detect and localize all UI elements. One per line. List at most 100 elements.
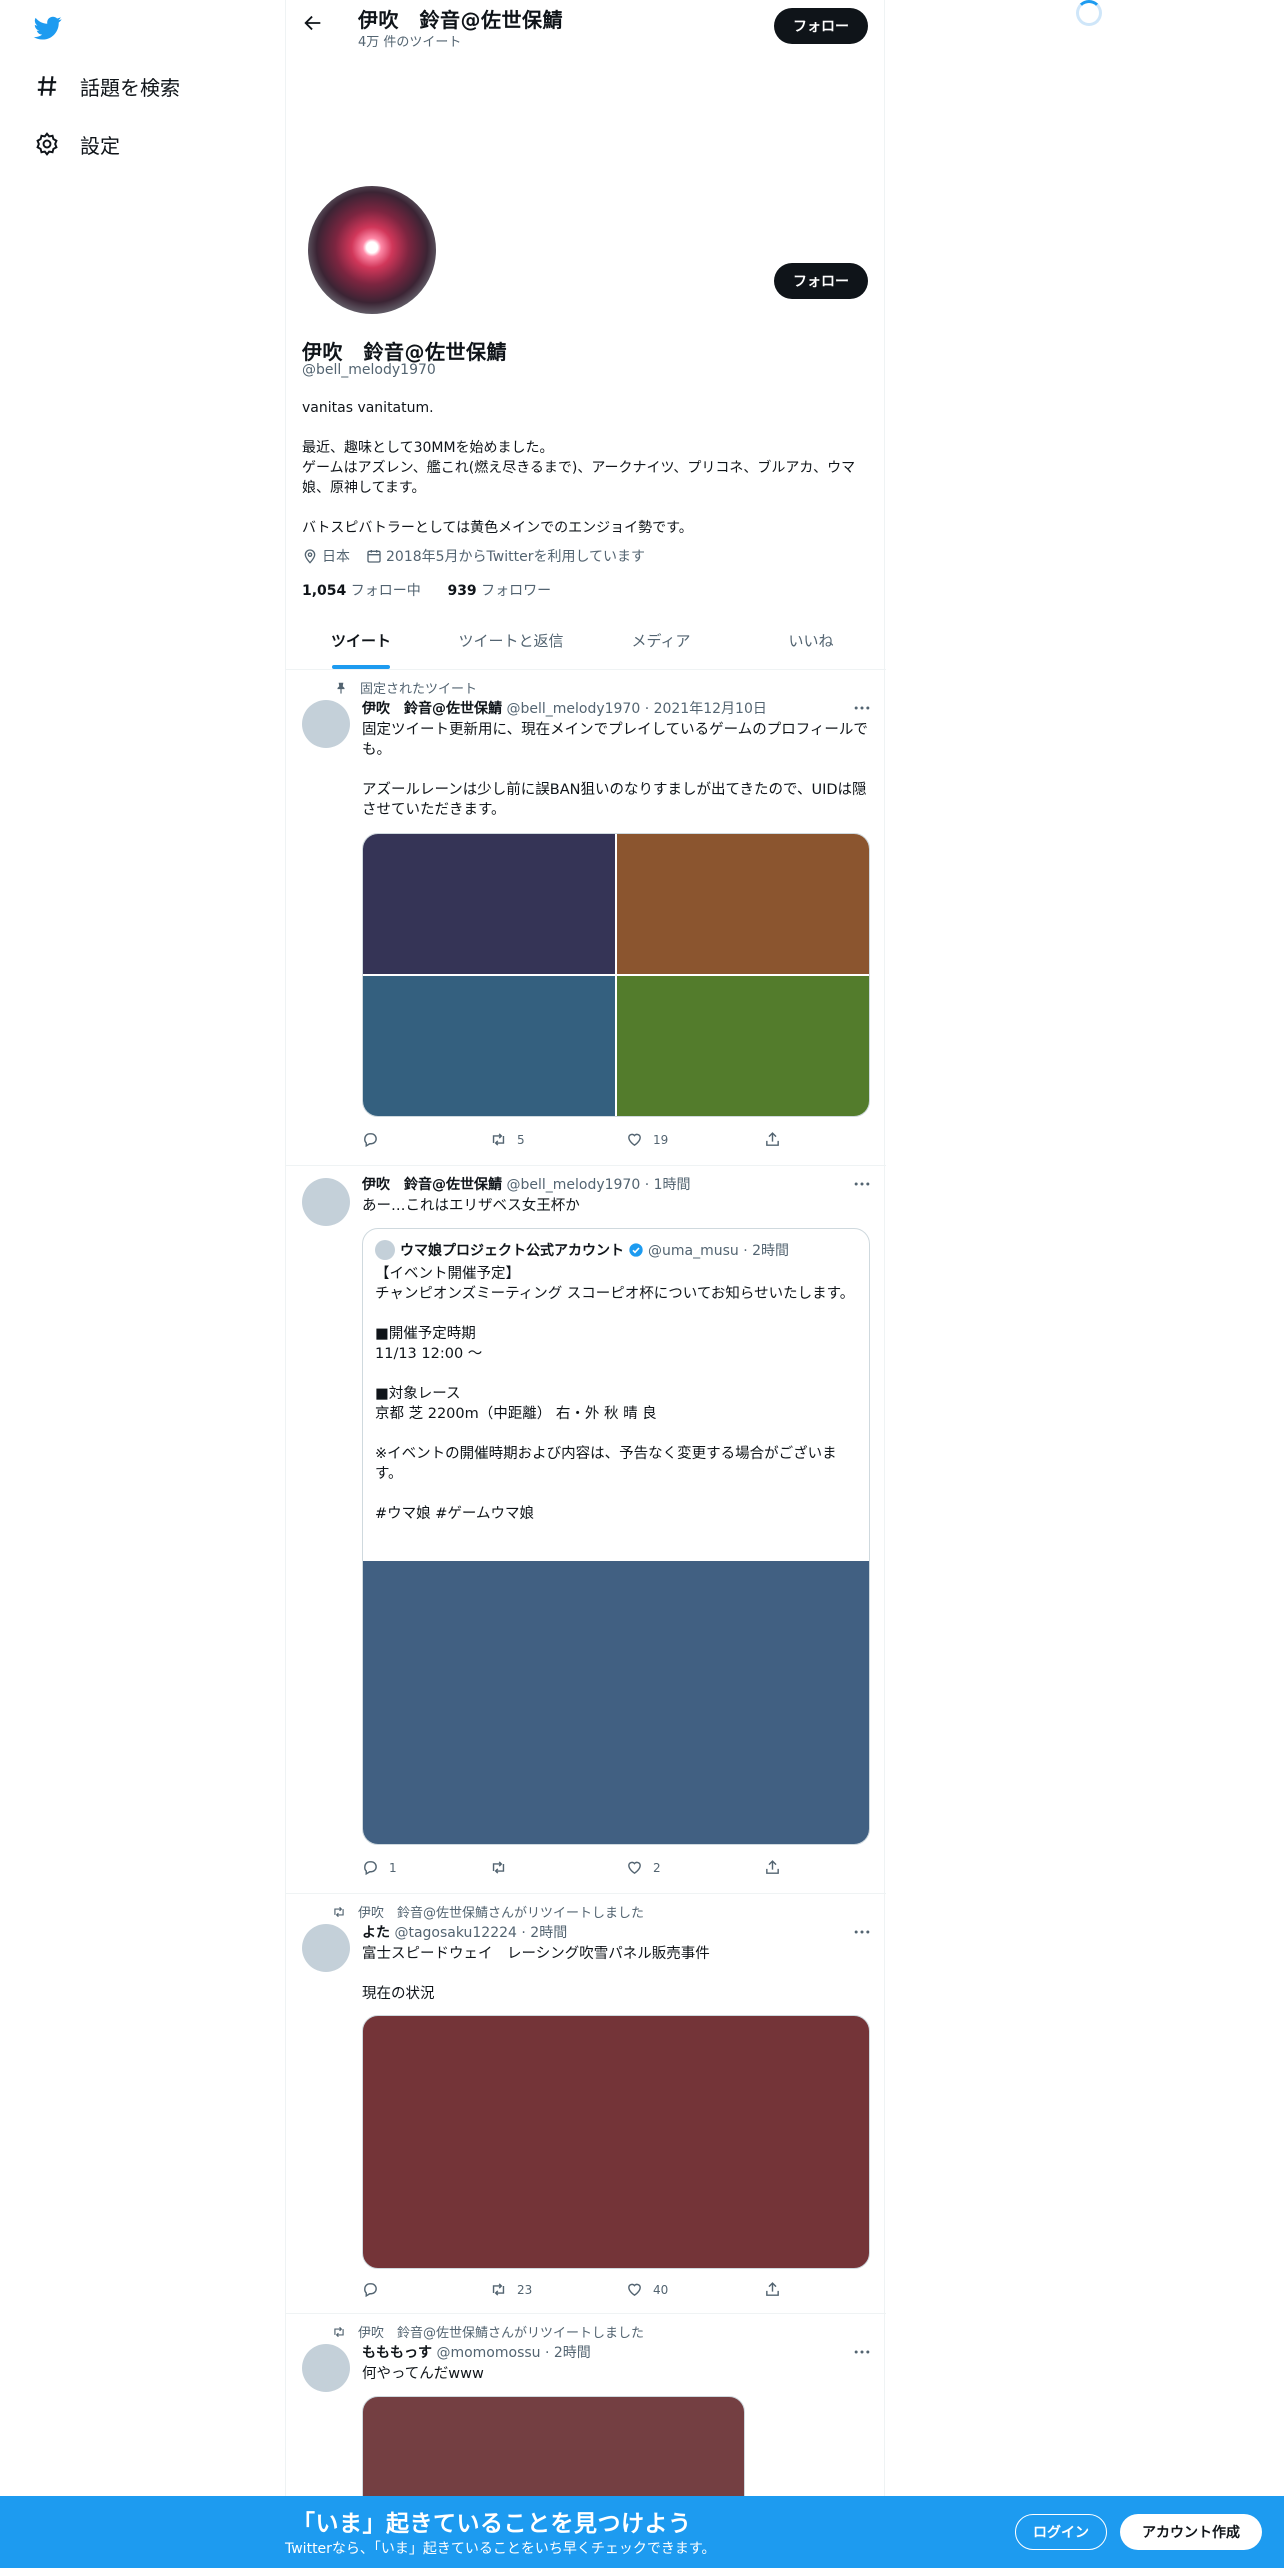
header-name: 伊吹 鈴音@佐世保鯖 — [358, 8, 563, 32]
quoted-author-name: ウマ娘プロジェクト公式アカウント — [400, 1243, 624, 1259]
signup-banner: 「いま」起きていることを見つけよう Twitterなら、「いま」起きていることを… — [0, 2496, 1284, 2568]
reply-count: 1 — [389, 1860, 397, 1875]
like-button[interactable]: 2 — [626, 1859, 661, 1876]
tweet-header: もももっす @momomossu · 2時間 — [362, 2342, 591, 2362]
retweet-context-icon — [334, 2326, 344, 2337]
following-link[interactable]: 1,054 フォロー中 — [302, 583, 421, 599]
tweet-author-name[interactable]: よた — [362, 1925, 390, 1941]
retweet-count: 23 — [517, 2282, 533, 2297]
tweet-actions: 1 2 — [362, 1859, 792, 1879]
tab-likes[interactable]: いいね — [736, 612, 886, 669]
tweet-media-image[interactable] — [617, 976, 869, 1116]
tweet-retweet[interactable]: 伊吹 鈴音@佐世保鯖さんがリツイートしました よた @tagosaku12224… — [286, 1894, 886, 2314]
tweet-quote[interactable]: 伊吹 鈴音@佐世保鯖 @bell_melody1970 · 1時間 あー…これは… — [286, 1166, 886, 1894]
profile-location: 日本 — [322, 549, 350, 565]
share-button[interactable] — [764, 1131, 791, 1148]
like-button[interactable]: 40 — [626, 2281, 668, 2298]
tweet-author-name[interactable]: もももっす — [362, 2345, 432, 2361]
header-follow-button[interactable]: フォロー — [774, 8, 868, 44]
tweet-header: よた @tagosaku12224 · 2時間 — [362, 1922, 567, 1942]
tweet-author-meta[interactable]: @tagosaku12224 · 2時間 — [394, 1925, 567, 1941]
profile-bio: vanitas vanitatum. 最近、趣味として30MMを始めました。 ゲ… — [302, 400, 856, 536]
quoted-text: 【イベント開催予定】 チャンピオンズミーティング スコーピオ杯についてお知らせい… — [375, 1266, 855, 1522]
hashtag-icon — [37, 76, 57, 96]
tab-tweets-replies[interactable]: ツイートと返信 — [436, 612, 586, 669]
retweet-count: 5 — [517, 1132, 525, 1147]
tweet-context-label[interactable]: 伊吹 鈴音@佐世保鯖さんがリツイートしました — [358, 1902, 644, 1921]
heart-icon — [628, 1861, 641, 1875]
reply-button[interactable]: 1 — [362, 1859, 397, 1876]
tweet-avatar[interactable] — [302, 700, 350, 748]
reply-button[interactable] — [362, 2281, 389, 2298]
like-button[interactable]: 19 — [626, 1131, 668, 1148]
tweet-author-name[interactable]: 伊吹 鈴音@佐世保鯖 — [362, 701, 502, 717]
profile-column: 伊吹 鈴音@佐世保鯖 4万 件のツイート フォロー フォロー 伊吹 鈴音@佐世保… — [285, 0, 886, 2568]
quoted-avatar — [375, 1240, 395, 1260]
back-arrow-icon[interactable] — [302, 12, 324, 34]
retweet-icon — [492, 1861, 505, 1874]
tweet-text: あー…これはエリザベス女王杯か — [362, 1198, 580, 1214]
tweet-media-image[interactable] — [363, 834, 615, 974]
profile-handle: @bell_melody1970 — [302, 362, 436, 378]
quoted-media-image[interactable] — [363, 1561, 869, 1844]
login-button[interactable]: ログイン — [1015, 2514, 1107, 2550]
tweet-context-label: 固定されたツイート — [360, 682, 478, 697]
like-count: 19 — [653, 1132, 669, 1147]
quoted-tweet[interactable]: ウマ娘プロジェクト公式アカウント @uma_musu · 2時間 【イベント開催… — [362, 1228, 870, 1845]
following-count: 1,054 — [302, 583, 347, 599]
tweet-media-image[interactable] — [362, 2015, 870, 2269]
retweet-button[interactable] — [490, 1859, 517, 1876]
banner-title: 「いま」起きていることを見つけよう — [292, 2511, 692, 2537]
nav-settings-label: 設定 — [80, 133, 120, 158]
profile-avatar[interactable] — [304, 182, 440, 318]
banner-subtitle: Twitterなら、「いま」起きていることをいち早くチェックできます。 — [285, 2541, 716, 2557]
tab-media[interactable]: メディア — [586, 612, 736, 669]
tweet-author-meta[interactable]: @momomossu · 2時間 — [436, 2345, 590, 2361]
followers-link[interactable]: 939 フォロワー — [447, 583, 551, 599]
quoted-header: ウマ娘プロジェクト公式アカウント @uma_musu · 2時間 — [400, 1240, 789, 1260]
tweet-media-image[interactable] — [363, 976, 615, 1116]
nav-settings[interactable]: 設定 — [34, 124, 120, 164]
tweet-context: 固定されたツイート — [334, 678, 477, 697]
tweet-avatar[interactable] — [302, 1924, 350, 1972]
tweet-author-name[interactable]: 伊吹 鈴音@佐世保鯖 — [362, 1177, 502, 1193]
retweet-button[interactable]: 23 — [490, 2281, 532, 2298]
location-icon — [304, 549, 316, 564]
tweet-context: 伊吹 鈴音@佐世保鯖さんがリツイートしました — [332, 2322, 644, 2341]
profile-meta: 日本 2018年5月からTwitterを利用しています — [302, 546, 645, 566]
more-options-icon[interactable] — [852, 1922, 872, 1942]
profile-joined: 2018年5月からTwitterを利用しています — [386, 549, 646, 565]
share-icon — [766, 1860, 779, 1874]
twitter-logo-icon[interactable] — [32, 14, 64, 42]
like-count: 2 — [653, 1860, 661, 1875]
more-options-icon[interactable] — [852, 698, 872, 718]
followers-label: フォロワー — [481, 583, 552, 599]
tweet-actions: 23 40 — [362, 2281, 792, 2301]
tweet-actions: 5 19 — [362, 1131, 792, 1151]
share-button[interactable] — [764, 2281, 791, 2298]
tweet-avatar[interactable] — [302, 1178, 350, 1226]
tweet-media-image[interactable] — [617, 834, 869, 974]
reply-button[interactable] — [362, 1131, 389, 1148]
tab-tweets[interactable]: ツイート — [286, 612, 436, 669]
nav-explore-label: 話題を検索 — [80, 75, 180, 100]
more-options-icon[interactable] — [852, 1174, 872, 1194]
retweet-button[interactable]: 5 — [490, 1131, 525, 1148]
tweet-author-meta[interactable]: @bell_melody1970 · 1時間 — [506, 1177, 690, 1193]
tweet-text: 何やってんだwww — [362, 2366, 484, 2382]
reply-icon — [364, 2283, 377, 2298]
tweet-media-grid[interactable] — [362, 833, 870, 1117]
profile-header-bar: 伊吹 鈴音@佐世保鯖 4万 件のツイート フォロー — [286, 0, 886, 53]
nav-explore[interactable]: 話題を検索 — [34, 66, 180, 106]
profile-follow-button[interactable]: フォロー — [774, 263, 868, 299]
tweet-pinned[interactable]: 固定されたツイート 伊吹 鈴音@佐世保鯖 @bell_melody1970 · … — [286, 670, 886, 1166]
loading-spinner-icon — [1076, 0, 1102, 26]
reply-icon — [364, 1133, 377, 1148]
more-options-icon[interactable] — [852, 2342, 872, 2362]
tweet-author-meta[interactable]: @bell_melody1970 · 2021年12月10日 — [506, 701, 766, 717]
signup-button[interactable]: アカウント作成 — [1120, 2514, 1262, 2550]
tweet-context-label[interactable]: 伊吹 鈴音@佐世保鯖さんがリツイートしました — [358, 2322, 644, 2341]
share-button[interactable] — [764, 1859, 791, 1876]
like-count: 40 — [653, 2282, 669, 2297]
tweet-avatar[interactable] — [302, 2344, 350, 2392]
